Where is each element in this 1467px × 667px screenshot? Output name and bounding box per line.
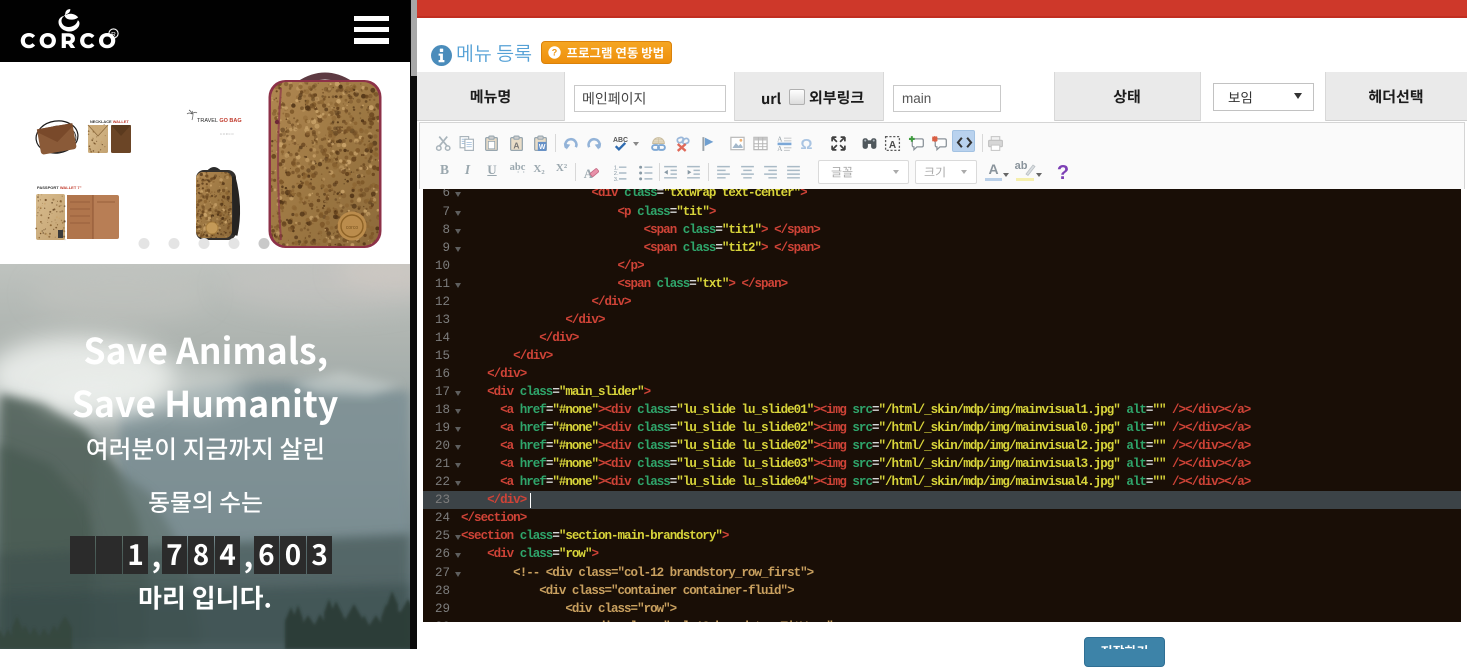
svg-text:R: R (111, 31, 116, 38)
